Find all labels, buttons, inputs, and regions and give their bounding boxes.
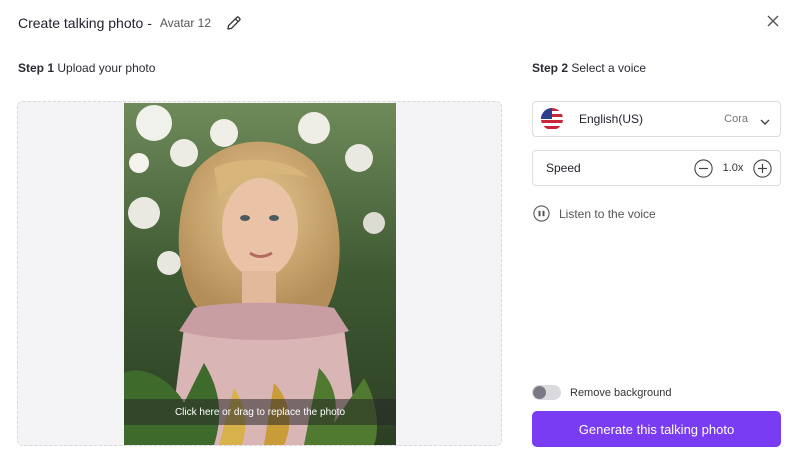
voice-select-dropdown[interactable]: English(US) Cora	[532, 101, 781, 137]
step2-label: Select a voice	[571, 61, 647, 75]
replace-photo-overlay[interactable]: Click here or drag to replace the photo	[124, 399, 396, 425]
toggle-knob	[533, 386, 546, 399]
step1-heading: Step 1 Upload your photo	[18, 61, 155, 75]
speed-decrease-button[interactable]	[694, 158, 713, 178]
step2-heading: Step 2 Select a voice	[532, 61, 646, 75]
chevron-down-icon	[760, 114, 770, 125]
photo-upload-dropzone[interactable]: Click here or drag to replace the photo	[17, 101, 502, 446]
dialog-title: Create talking photo -	[18, 15, 152, 31]
remove-background-option: Remove background	[532, 385, 672, 400]
generate-talking-photo-button[interactable]: Generate this talking photo	[532, 411, 781, 447]
speed-value: 1.0x	[722, 162, 744, 174]
uploaded-photo[interactable]: Click here or drag to replace the photo	[124, 103, 396, 445]
speed-control: Speed 1.0x	[532, 150, 781, 186]
pencil-icon[interactable]	[225, 14, 243, 32]
avatar-name: Avatar 12	[159, 16, 212, 30]
listen-to-voice-button[interactable]: Listen to the voice	[533, 205, 656, 222]
speed-increase-button[interactable]	[753, 158, 772, 178]
voice-name: Cora	[724, 113, 748, 125]
step1-label: Upload your photo	[57, 61, 156, 75]
step2-number: Step 2	[532, 61, 569, 75]
close-icon[interactable]	[766, 14, 780, 28]
voice-language: English(US)	[579, 112, 644, 126]
plus-icon	[753, 158, 772, 178]
speed-label: Speed	[546, 161, 581, 175]
listen-label: Listen to the voice	[559, 206, 656, 221]
play-icon	[533, 205, 550, 222]
remove-background-toggle[interactable]	[532, 385, 561, 400]
us-flag-icon	[541, 108, 563, 130]
replace-photo-text: Click here or drag to replace the photo	[174, 406, 346, 418]
portrait-image	[124, 103, 396, 445]
minus-icon	[694, 158, 713, 178]
dialog-header: Create talking photo - Avatar 12	[18, 13, 243, 33]
remove-background-label: Remove background	[570, 386, 672, 399]
step1-number: Step 1	[18, 61, 55, 75]
